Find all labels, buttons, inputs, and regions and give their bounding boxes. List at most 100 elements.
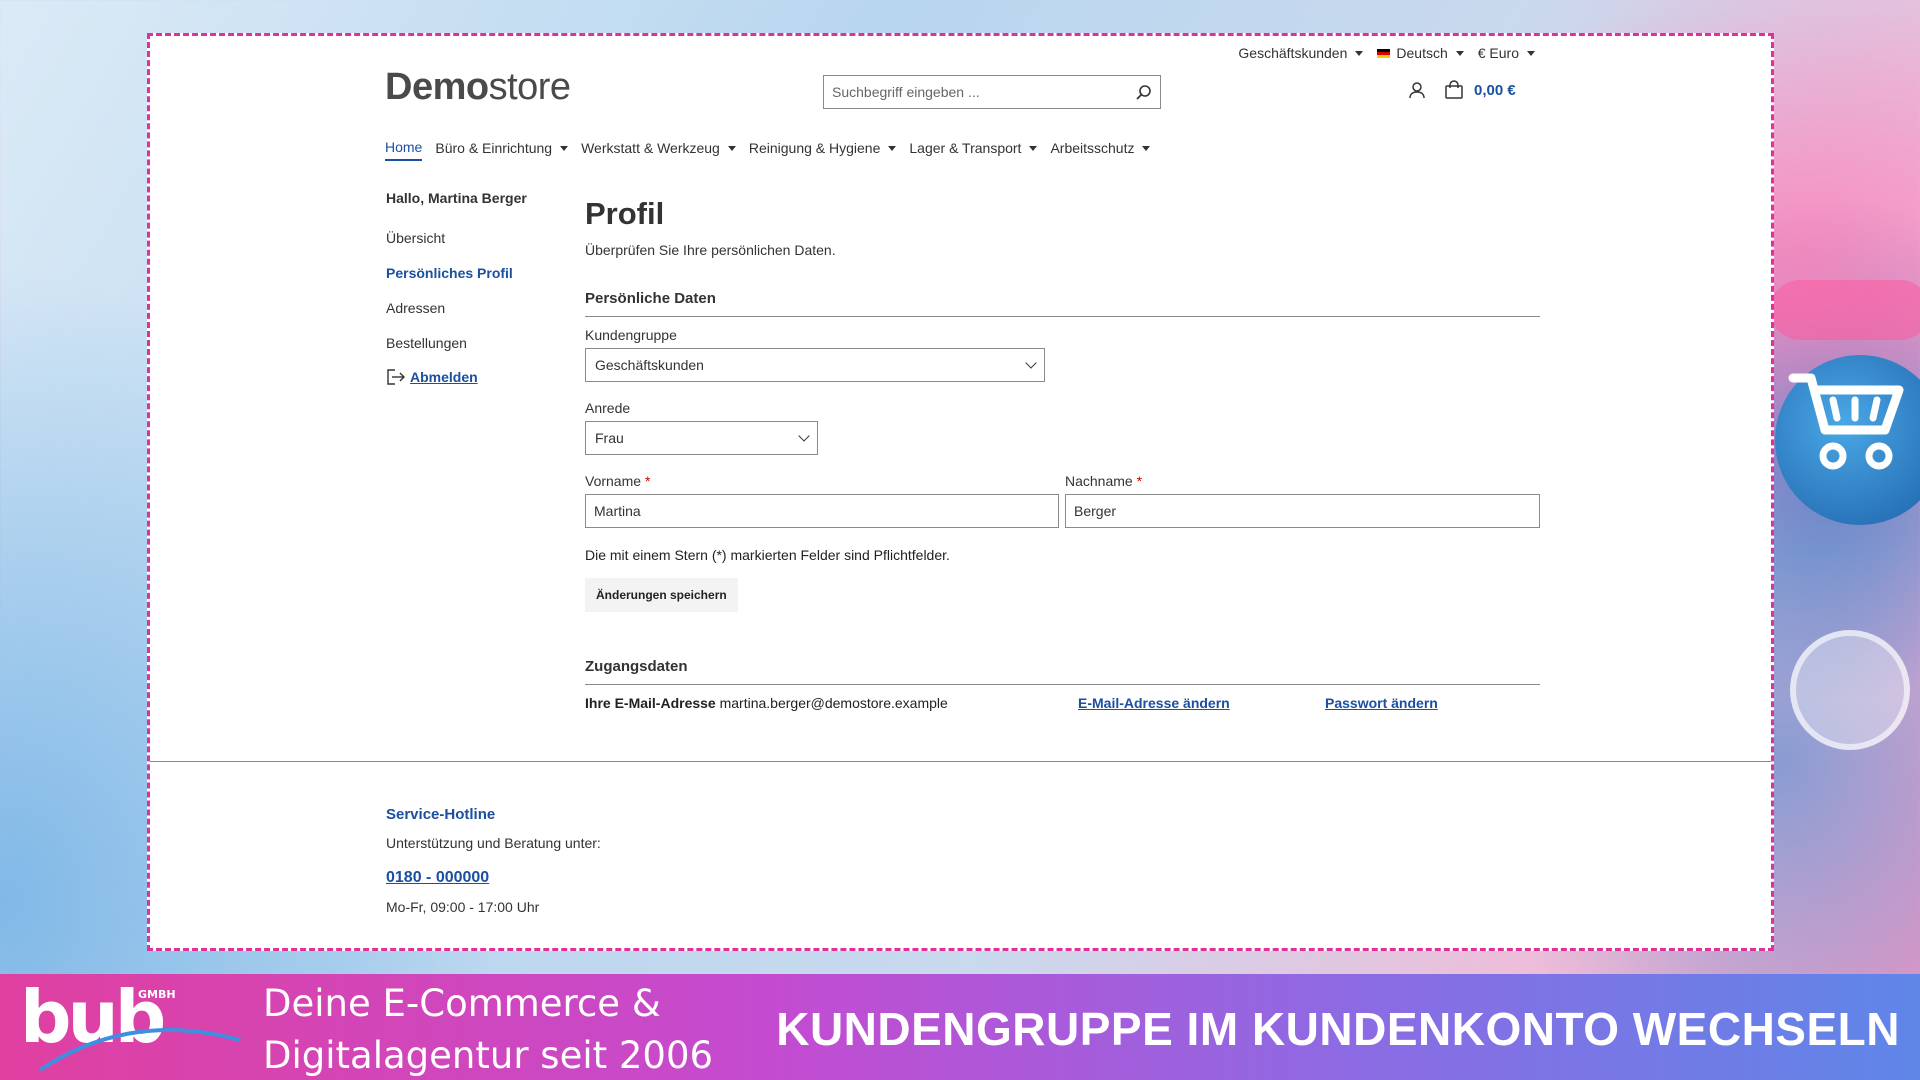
logout-icon	[387, 369, 405, 385]
nav-item-lager[interactable]: Lager & Transport	[909, 139, 1038, 161]
sidebar-item-orders[interactable]: Bestellungen	[386, 335, 527, 351]
firstname-label: Vorname	[585, 473, 642, 489]
background-ring-shape	[1790, 630, 1910, 750]
caret-down-icon	[888, 145, 897, 151]
email-display: Ihre E-Mail-Adresse martina.berger@demos…	[585, 695, 1078, 711]
tagline-line-1: Deine E-Commerce &	[263, 982, 661, 1025]
language-label: Deutsch	[1396, 45, 1448, 61]
logo-bold-text: Demo	[385, 66, 489, 108]
logo-suffix-text: GMBH	[138, 988, 176, 1001]
customer-group-dropdown[interactable]: Geschäftskunden	[1238, 45, 1364, 61]
banner-tagline: Deine E-Commerce & Digitalagentur seit 2…	[263, 978, 713, 1080]
nav-item-label: Werkstatt & Werkzeug	[581, 140, 720, 156]
salutation-group: Anrede Frau	[585, 400, 1540, 455]
required-mark: *	[644, 473, 651, 489]
sidebar-item-profile[interactable]: Persönliches Profil	[386, 265, 527, 281]
firstname-group: Vorname * Martina	[585, 473, 1059, 528]
german-flag-icon	[1377, 48, 1391, 58]
highlight-frame: Geschäftskunden Deutsch € Euro Demostore	[147, 33, 1774, 951]
customer-group-label: Kundengruppe	[585, 327, 677, 343]
account-icon[interactable]	[1408, 81, 1426, 99]
email-label: Ihre E-Mail-Adresse	[585, 695, 716, 711]
promo-banner: bub GMBH Deine E-Commerce & Digitalagent…	[0, 974, 1920, 1080]
lastname-field[interactable]: Berger	[1065, 494, 1540, 528]
footer-service: Service-Hotline Unterstützung und Beratu…	[386, 806, 601, 915]
firstname-label-row: Vorname *	[585, 473, 1059, 489]
banner-headline: KUNDENGRUPPE IM KUNDENKONTO WECHSELN	[776, 1003, 1900, 1055]
caret-down-icon	[1029, 145, 1038, 151]
customer-group-label: Geschäftskunden	[1238, 45, 1348, 61]
caret-down-icon	[1527, 50, 1535, 56]
cart-total: 0,00 €	[1474, 81, 1516, 99]
footer-divider	[150, 761, 1771, 762]
save-row: Änderungen speichern	[585, 578, 1540, 612]
page-title: Profil	[585, 196, 665, 231]
search-box	[823, 75, 1161, 109]
chevron-down-icon	[1025, 357, 1037, 369]
tagline-line-2: Digitalagentur seit 2006	[263, 1034, 714, 1077]
footer-title: Service-Hotline	[386, 806, 496, 823]
caret-down-icon	[560, 145, 569, 151]
section-title-access: Zugangsdaten	[585, 658, 1540, 685]
top-bar: Geschäftskunden Deutsch € Euro	[1238, 45, 1535, 61]
footer-support-text: Unterstützung und Beratung unter:	[386, 835, 601, 851]
search-icon[interactable]	[1136, 84, 1152, 100]
nav-item-label: Reinigung & Hygiene	[748, 140, 881, 156]
main-navigation: Home Büro & Einrichtung Werkstatt & Werk…	[385, 139, 1151, 161]
shopping-bag-icon	[1445, 80, 1463, 99]
save-button[interactable]: Änderungen speichern	[585, 578, 738, 612]
required-note: Die mit einem Stern (*) markierten Felde…	[585, 547, 950, 563]
footer-hours: Mo-Fr, 09:00 - 17:00 Uhr	[386, 899, 540, 915]
lastname-value: Berger	[1074, 503, 1117, 519]
lastname-label-row: Nachname *	[1065, 473, 1540, 489]
firstname-value: Martina	[594, 503, 641, 519]
firstname-field[interactable]: Martina	[585, 494, 1059, 528]
caret-down-icon	[1142, 145, 1151, 151]
access-row: Ihre E-Mail-Adresse martina.berger@demos…	[585, 695, 1540, 711]
nav-item-buero[interactable]: Büro & Einrichtung	[435, 139, 569, 161]
account-sidebar: Hallo, Martina Berger Übersicht Persönli…	[386, 190, 527, 386]
hotline-phone-link[interactable]: 0180 - 000000	[386, 869, 489, 886]
bub-logo-icon: bub GMBH	[20, 980, 241, 1072]
background-pill-shape	[1770, 280, 1920, 340]
nav-item-label: Home	[385, 139, 423, 155]
nav-item-arbeitsschutz[interactable]: Arbeitsschutz	[1050, 139, 1151, 161]
change-password-link[interactable]: Passwort ändern	[1325, 695, 1438, 711]
cart-button[interactable]: 0,00 €	[1444, 80, 1516, 100]
nav-item-label: Lager & Transport	[909, 140, 1022, 156]
salutation-select[interactable]: Frau	[585, 421, 818, 455]
header-actions: 0,00 €	[1408, 80, 1516, 100]
nav-item-label: Arbeitsschutz	[1050, 140, 1135, 156]
cart-decoration-icon	[1788, 373, 1904, 470]
greeting: Hallo, Martina Berger	[386, 190, 527, 206]
caret-down-icon	[1355, 50, 1364, 56]
required-mark: *	[1136, 473, 1143, 489]
chevron-down-icon	[798, 430, 810, 442]
customer-group-value: Geschäftskunden	[595, 357, 704, 373]
page-subtitle: Überprüfen Sie Ihre persönlichen Daten.	[585, 242, 836, 258]
store-logo[interactable]: Demostore	[385, 66, 571, 109]
sidebar-item-addresses[interactable]: Adressen	[386, 300, 527, 316]
nav-item-home[interactable]: Home	[385, 139, 423, 161]
name-row: Vorname * Martina Nachname * Berger	[585, 473, 1540, 528]
caret-down-icon	[1455, 50, 1464, 56]
profile-content: Profil Überprüfen Sie Ihre persönlichen …	[585, 196, 1540, 711]
language-dropdown[interactable]: Deutsch	[1377, 45, 1464, 61]
nav-item-werkstatt[interactable]: Werkstatt & Werkzeug	[581, 139, 736, 161]
currency-dropdown[interactable]: € Euro	[1478, 45, 1535, 61]
currency-label: € Euro	[1477, 45, 1519, 61]
logout-label: Abmelden	[410, 369, 478, 385]
lastname-group: Nachname * Berger	[1065, 473, 1540, 528]
nav-item-reinigung[interactable]: Reinigung & Hygiene	[749, 139, 897, 161]
section-title-personal: Persönliche Daten	[585, 290, 1540, 317]
logo-light-text: store	[488, 66, 571, 108]
nav-item-label: Büro & Einrichtung	[435, 140, 553, 156]
sidebar-item-overview[interactable]: Übersicht	[386, 230, 527, 246]
logout-link[interactable]: Abmelden	[386, 368, 527, 386]
change-email-link[interactable]: E-Mail-Adresse ändern	[1078, 695, 1230, 711]
salutation-label: Anrede	[585, 400, 631, 416]
email-value: martina.berger@demostore.example	[719, 695, 948, 711]
search-input[interactable]	[832, 84, 1136, 100]
customer-group-select[interactable]: Geschäftskunden	[585, 348, 1045, 382]
lastname-label: Nachname	[1065, 473, 1133, 489]
